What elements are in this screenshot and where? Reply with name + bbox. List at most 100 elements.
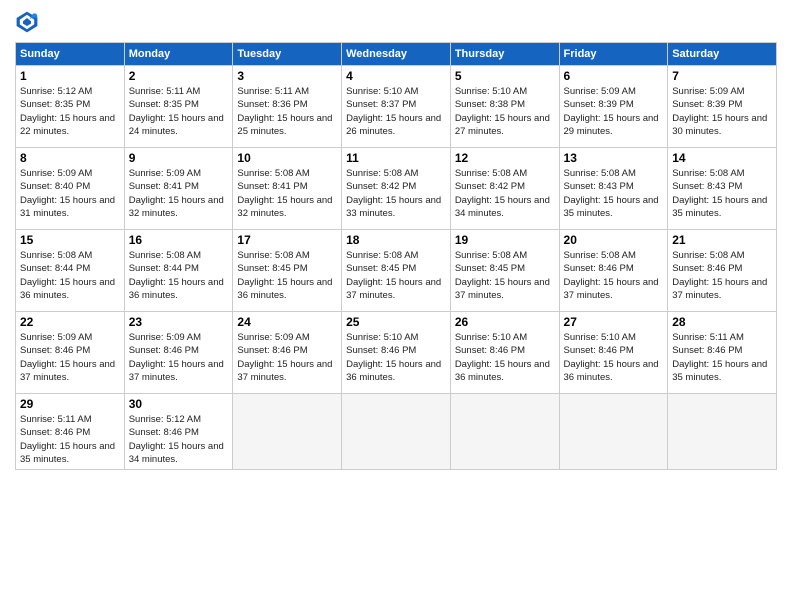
table-row: 26Sunrise: 5:10 AMSunset: 8:46 PMDayligh… xyxy=(450,312,559,394)
day-number: 19 xyxy=(455,233,555,247)
day-number: 16 xyxy=(129,233,229,247)
header xyxy=(15,10,777,34)
day-number: 22 xyxy=(20,315,120,329)
day-number: 6 xyxy=(564,69,664,83)
page: Sunday Monday Tuesday Wednesday Thursday… xyxy=(0,0,792,612)
day-number: 20 xyxy=(564,233,664,247)
header-tuesday: Tuesday xyxy=(233,43,342,66)
table-row: 25 Sunrise: 5:10 AMSunset: 8:46 PMDayligh… xyxy=(342,312,451,394)
calendar-week-row: 1 Sunrise: 5:12 AMSunset: 8:35 PMDaylight… xyxy=(16,66,777,148)
table-row: 14Sunrise: 5:08 AMSunset: 8:43 PMDayligh… xyxy=(668,148,777,230)
table-row xyxy=(233,394,342,470)
day-info: Sunrise: 5:08 AMSunset: 8:42 PMDaylight:… xyxy=(455,168,550,219)
day-info: Sunrise: 5:08 AMSunset: 8:45 PMDaylight:… xyxy=(237,250,332,301)
calendar-week-row: 22 Sunrise: 5:09 AMSunset: 8:46 PMDayligh… xyxy=(16,312,777,394)
day-info: Sunrise: 5:12 AMSunset: 8:46 PMDaylight:… xyxy=(129,414,224,465)
day-info: Sunrise: 5:08 AMSunset: 8:44 PMDaylight:… xyxy=(129,250,224,301)
day-number: 11 xyxy=(346,151,446,165)
table-row: 15 Sunrise: 5:08 AMSunset: 8:44 PMDayligh… xyxy=(16,230,125,312)
table-row: 20 Sunrise: 5:08 AMSunset: 8:46 PMDayligh… xyxy=(559,230,668,312)
day-number: 10 xyxy=(237,151,337,165)
table-row: 27 Sunrise: 5:10 AMSunset: 8:46 PMDayligh… xyxy=(559,312,668,394)
day-info: Sunrise: 5:08 AMSunset: 8:45 PMDaylight:… xyxy=(346,250,441,301)
table-row: 6 Sunrise: 5:09 AMSunset: 8:39 PMDaylight… xyxy=(559,66,668,148)
weekday-header-row: Sunday Monday Tuesday Wednesday Thursday… xyxy=(16,43,777,66)
day-number: 24 xyxy=(237,315,337,329)
day-number: 25 xyxy=(346,315,446,329)
day-number: 1 xyxy=(20,69,120,83)
logo xyxy=(15,10,43,34)
day-info: Sunrise: 5:09 AMSunset: 8:46 PMDaylight:… xyxy=(129,332,224,383)
day-number: 18 xyxy=(346,233,446,247)
day-number: 26 xyxy=(455,315,555,329)
day-info: Sunrise: 5:09 AMSunset: 8:41 PMDaylight:… xyxy=(129,168,224,219)
day-info: Sunrise: 5:11 AMSunset: 8:46 PMDaylight:… xyxy=(672,332,767,383)
day-number: 13 xyxy=(564,151,664,165)
day-info: Sunrise: 5:09 AMSunset: 8:39 PMDaylight:… xyxy=(672,86,767,137)
table-row: 18 Sunrise: 5:08 AMSunset: 8:45 PMDayligh… xyxy=(342,230,451,312)
day-number: 23 xyxy=(129,315,229,329)
calendar-week-row: 15 Sunrise: 5:08 AMSunset: 8:44 PMDayligh… xyxy=(16,230,777,312)
table-row: 13 Sunrise: 5:08 AMSunset: 8:43 PMDayligh… xyxy=(559,148,668,230)
day-info: Sunrise: 5:10 AMSunset: 8:38 PMDaylight:… xyxy=(455,86,550,137)
table-row: 9Sunrise: 5:09 AMSunset: 8:41 PMDaylight… xyxy=(124,148,233,230)
day-info: Sunrise: 5:08 AMSunset: 8:46 PMDaylight:… xyxy=(564,250,659,301)
day-number: 30 xyxy=(129,397,229,411)
table-row: 10 Sunrise: 5:08 AMSunset: 8:41 PMDayligh… xyxy=(233,148,342,230)
table-row xyxy=(668,394,777,470)
table-row: 22 Sunrise: 5:09 AMSunset: 8:46 PMDayligh… xyxy=(16,312,125,394)
day-info: Sunrise: 5:12 AMSunset: 8:35 PMDaylight:… xyxy=(20,86,115,137)
table-row: 30 Sunrise: 5:12 AMSunset: 8:46 PMDayligh… xyxy=(124,394,233,470)
day-number: 27 xyxy=(564,315,664,329)
day-number: 12 xyxy=(455,151,555,165)
day-number: 4 xyxy=(346,69,446,83)
table-row: 23 Sunrise: 5:09 AMSunset: 8:46 PMDayligh… xyxy=(124,312,233,394)
day-info: Sunrise: 5:08 AMSunset: 8:42 PMDaylight:… xyxy=(346,168,441,219)
table-row: 12 Sunrise: 5:08 AMSunset: 8:42 PMDayligh… xyxy=(450,148,559,230)
day-info: Sunrise: 5:08 AMSunset: 8:44 PMDaylight:… xyxy=(20,250,115,301)
day-info: Sunrise: 5:11 AMSunset: 8:35 PMDaylight:… xyxy=(129,86,224,137)
table-row: 17 Sunrise: 5:08 AMSunset: 8:45 PMDayligh… xyxy=(233,230,342,312)
table-row: 3 Sunrise: 5:11 AMSunset: 8:36 PMDaylight… xyxy=(233,66,342,148)
day-number: 29 xyxy=(20,397,120,411)
table-row: 29 Sunrise: 5:11 AMSunset: 8:46 PMDayligh… xyxy=(16,394,125,470)
table-row: 11 Sunrise: 5:08 AMSunset: 8:42 PMDayligh… xyxy=(342,148,451,230)
day-number: 28 xyxy=(672,315,772,329)
day-info: Sunrise: 5:11 AMSunset: 8:36 PMDaylight:… xyxy=(237,86,332,137)
table-row: 7 Sunrise: 5:09 AMSunset: 8:39 PMDaylight… xyxy=(668,66,777,148)
calendar-table: Sunday Monday Tuesday Wednesday Thursday… xyxy=(15,42,777,470)
day-number: 17 xyxy=(237,233,337,247)
table-row: 19 Sunrise: 5:08 AMSunset: 8:45 PMDayligh… xyxy=(450,230,559,312)
day-number: 5 xyxy=(455,69,555,83)
day-number: 3 xyxy=(237,69,337,83)
day-number: 7 xyxy=(672,69,772,83)
table-row: 4 Sunrise: 5:10 AMSunset: 8:37 PMDaylight… xyxy=(342,66,451,148)
day-info: Sunrise: 5:08 AMSunset: 8:43 PMDaylight:… xyxy=(672,168,767,219)
day-info: Sunrise: 5:08 AMSunset: 8:41 PMDaylight:… xyxy=(237,168,332,219)
header-monday: Monday xyxy=(124,43,233,66)
table-row xyxy=(342,394,451,470)
day-info: Sunrise: 5:09 AMSunset: 8:46 PMDaylight:… xyxy=(20,332,115,383)
table-row: 21Sunrise: 5:08 AMSunset: 8:46 PMDayligh… xyxy=(668,230,777,312)
day-info: Sunrise: 5:08 AMSunset: 8:43 PMDaylight:… xyxy=(564,168,659,219)
day-info: Sunrise: 5:09 AMSunset: 8:39 PMDaylight:… xyxy=(564,86,659,137)
table-row: 1 Sunrise: 5:12 AMSunset: 8:35 PMDaylight… xyxy=(16,66,125,148)
header-thursday: Thursday xyxy=(450,43,559,66)
day-number: 15 xyxy=(20,233,120,247)
header-wednesday: Wednesday xyxy=(342,43,451,66)
table-row: 28 Sunrise: 5:11 AMSunset: 8:46 PMDayligh… xyxy=(668,312,777,394)
table-row xyxy=(450,394,559,470)
day-info: Sunrise: 5:11 AMSunset: 8:46 PMDaylight:… xyxy=(20,414,115,465)
day-number: 8 xyxy=(20,151,120,165)
calendar-week-row: 8Sunrise: 5:09 AMSunset: 8:40 PMDaylight… xyxy=(16,148,777,230)
day-info: Sunrise: 5:10 AMSunset: 8:37 PMDaylight:… xyxy=(346,86,441,137)
table-row: 8Sunrise: 5:09 AMSunset: 8:40 PMDaylight… xyxy=(16,148,125,230)
day-info: Sunrise: 5:08 AMSunset: 8:45 PMDaylight:… xyxy=(455,250,550,301)
table-row: 16 Sunrise: 5:08 AMSunset: 8:44 PMDayligh… xyxy=(124,230,233,312)
day-info: Sunrise: 5:10 AMSunset: 8:46 PMDaylight:… xyxy=(346,332,441,383)
day-info: Sunrise: 5:09 AMSunset: 8:46 PMDaylight:… xyxy=(237,332,332,383)
logo-icon xyxy=(15,10,39,34)
day-info: Sunrise: 5:10 AMSunset: 8:46 PMDaylight:… xyxy=(564,332,659,383)
header-sunday: Sunday xyxy=(16,43,125,66)
day-info: Sunrise: 5:08 AMSunset: 8:46 PMDaylight:… xyxy=(672,250,767,301)
